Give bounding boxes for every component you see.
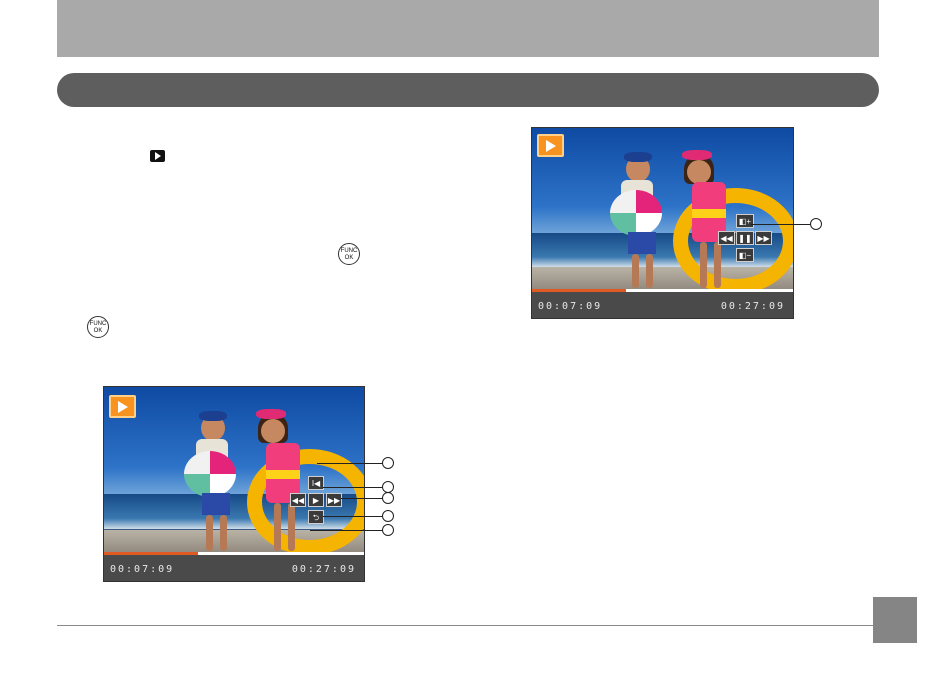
play-badge-icon [109,395,136,418]
rewind-icon[interactable]: ◀◀ [718,231,735,245]
photo-boy-leg [646,254,653,288]
photo-girl-mask [256,409,286,419]
camera-screen-playing: ◧+ ◀◀ ❚❚ ▶▶ ◧− 00:07:09 00:27:09 [531,127,794,319]
photo-boy-mask [624,152,652,162]
callout-marker [810,218,822,230]
ok-label: OK [93,327,103,334]
play-badge-icon [537,134,564,157]
photo-boy-shorts [628,232,656,254]
callout-marker [382,524,394,536]
play-icon[interactable]: ▶ [308,493,324,507]
footer-rule [57,625,873,626]
photo-girl-head [687,160,711,184]
callout-marker [382,492,394,504]
callout-line [341,498,387,499]
fast-forward-icon[interactable]: ▶▶ [755,231,772,245]
volume-up-icon[interactable]: ◧+ [736,214,754,228]
func-label: FUNC [89,321,107,327]
callout-marker [382,510,394,522]
callout-line [317,463,387,464]
callout-line [323,516,387,517]
callout-line [751,224,811,225]
photo-girl-leg [714,242,721,288]
photo-girl-leg [274,503,281,551]
rewind-icon[interactable]: ◀◀ [290,493,306,507]
photo-beach-ball [184,451,236,497]
photo-beach-ball [610,190,662,236]
camera-screen-playback: I◀ ◀◀ ▶ ▶▶ ⮌ 00:07:09 00:27:09 [103,386,365,582]
callout-line [310,530,387,531]
callout-line [323,487,387,488]
elapsed-time: 00:07:09 [538,301,603,312]
playback-mode-icon [150,150,165,162]
photo-boy-leg [220,515,227,551]
total-time: 00:27:09 [720,301,785,312]
func-ok-button-icon: FUNC OK [87,316,109,338]
photo-boy-mask [199,411,227,421]
func-ok-button-icon: FUNC OK [338,243,360,265]
elapsed-time: 00:07:09 [110,564,175,575]
header-band [57,0,879,57]
photo-girl-head [261,419,285,443]
time-bar: 00:07:09 00:27:09 [532,292,793,318]
ok-label: OK [344,254,354,261]
callout-marker [382,457,394,469]
return-icon[interactable]: ⮌ [308,510,324,524]
time-bar: 00:07:09 00:27:09 [104,555,364,581]
skip-back-icon[interactable]: I◀ [308,476,324,490]
func-label: FUNC [340,248,358,254]
section-title-bar [57,73,879,107]
photo-boy-leg [632,254,639,288]
photo-girl-leg [700,242,707,288]
pause-icon[interactable]: ❚❚ [736,231,754,245]
volume-down-icon[interactable]: ◧− [736,248,754,262]
page-number-box [873,597,917,643]
photo-swim-ring [247,449,364,555]
photo-girl-leg [288,503,295,551]
total-time: 00:27:09 [291,564,356,575]
photo-girl-mask [682,150,712,160]
photo-boy-shorts [202,493,230,515]
photo-boy-leg [206,515,213,551]
fast-forward-icon[interactable]: ▶▶ [326,493,342,507]
